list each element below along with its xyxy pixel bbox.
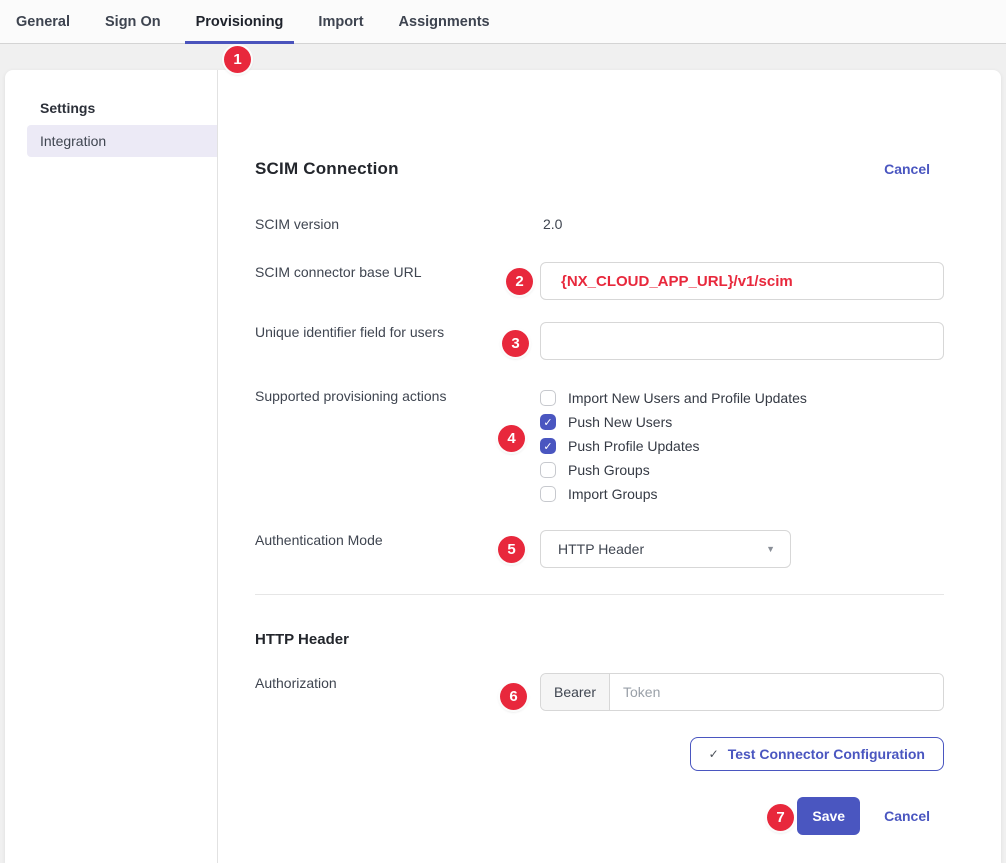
tab-label: General (16, 14, 70, 30)
checkbox-icon[interactable] (540, 486, 556, 502)
unique-id-input[interactable] (540, 322, 944, 360)
auth-mode-select[interactable]: HTTP Header ▼ (540, 530, 791, 568)
annotation-badge-7: 7 (767, 804, 794, 831)
tab-label: Provisioning (196, 14, 284, 30)
checkbox-push-new-users[interactable]: Push New Users (540, 410, 944, 434)
annotation-badge-1: 1 (224, 46, 251, 73)
authorization-row: Authorization Bearer (255, 673, 944, 711)
checkbox-label: Push Profile Updates (568, 434, 700, 458)
checkbox-icon[interactable] (540, 438, 556, 454)
bearer-prefix: Bearer (541, 674, 610, 710)
cancel-link-top[interactable]: Cancel (884, 161, 930, 177)
chevron-down-icon: ▼ (766, 544, 775, 554)
checkbox-label: Push Groups (568, 458, 650, 482)
scim-version-value: 2.0 (540, 216, 944, 232)
checkbox-push-profile-updates[interactable]: Push Profile Updates (540, 434, 944, 458)
checkbox-label: Import Groups (568, 482, 657, 506)
annotation-badge-4: 4 (498, 425, 525, 452)
checkbox-label: Push New Users (568, 410, 672, 434)
scim-connection-panel: SCIM Connection Cancel SCIM version 2.0 … (218, 70, 1001, 863)
checkbox-icon[interactable] (540, 462, 556, 478)
sidebar: Settings Integration (5, 70, 218, 863)
settings-card: Settings Integration SCIM Connection Can… (5, 70, 1001, 863)
checkbox-push-groups[interactable]: Push Groups (540, 458, 944, 482)
app-tabbar: General Sign On Provisioning Import Assi… (0, 0, 1006, 44)
provisioning-actions-list: Import New Users and Profile Updates Pus… (540, 386, 944, 506)
auth-mode-selected-value: HTTP Header (558, 541, 644, 557)
tab-sign-on[interactable]: Sign On (94, 0, 172, 44)
auth-mode-row: Authentication Mode HTTP Header ▼ (255, 530, 944, 568)
checkbox-import-new-users[interactable]: Import New Users and Profile Updates (540, 386, 944, 410)
checkbox-import-groups[interactable]: Import Groups (540, 482, 944, 506)
annotation-badge-2: 2 (506, 268, 533, 295)
tab-import[interactable]: Import (307, 0, 374, 44)
page-title: SCIM Connection (255, 159, 399, 179)
provisioning-actions-row: Supported provisioning actions Import Ne… (255, 386, 944, 506)
save-button[interactable]: Save (797, 797, 860, 835)
token-input[interactable] (610, 674, 943, 710)
tab-provisioning[interactable]: Provisioning (185, 0, 295, 44)
sidebar-item-integration[interactable]: Integration (27, 125, 217, 157)
panel-header: SCIM Connection Cancel (255, 158, 944, 180)
form-footer: Save Cancel (255, 797, 944, 835)
unique-id-row: Unique identifier field for users (255, 322, 944, 360)
annotation-badge-5: 5 (498, 536, 525, 563)
http-header-section-title: HTTP Header (255, 630, 944, 650)
base-url-label: SCIM connector base URL (255, 262, 540, 282)
unique-id-label: Unique identifier field for users (255, 322, 540, 342)
cancel-link-bottom[interactable]: Cancel (884, 808, 930, 824)
tab-label: Import (318, 14, 363, 30)
authorization-label: Authorization (255, 673, 540, 693)
checkbox-icon[interactable] (540, 390, 556, 406)
test-connector-label: Test Connector Configuration (728, 746, 925, 762)
tab-label: Assignments (399, 14, 490, 30)
scim-version-label: SCIM version (255, 214, 540, 234)
tab-general[interactable]: General (5, 0, 81, 44)
checkbox-label: Import New Users and Profile Updates (568, 386, 807, 410)
sidebar-header: Settings (5, 98, 217, 118)
annotation-badge-3: 3 (502, 330, 529, 357)
authorization-input-group: Bearer (540, 673, 944, 711)
scim-version-row: SCIM version 2.0 (255, 214, 944, 234)
test-connector-button[interactable]: ✓ Test Connector Configuration (690, 737, 944, 771)
section-divider (255, 594, 944, 595)
sidebar-item-label: Integration (40, 133, 106, 149)
check-icon: ✓ (709, 747, 719, 761)
provisioning-actions-label: Supported provisioning actions (255, 386, 540, 406)
tab-label: Sign On (105, 14, 161, 30)
base-url-row: SCIM connector base URL (255, 262, 944, 300)
base-url-input[interactable] (540, 262, 944, 300)
test-connector-row: ✓ Test Connector Configuration (255, 737, 944, 771)
checkbox-icon[interactable] (540, 414, 556, 430)
tab-assignments[interactable]: Assignments (388, 0, 501, 44)
annotation-badge-6: 6 (500, 683, 527, 710)
